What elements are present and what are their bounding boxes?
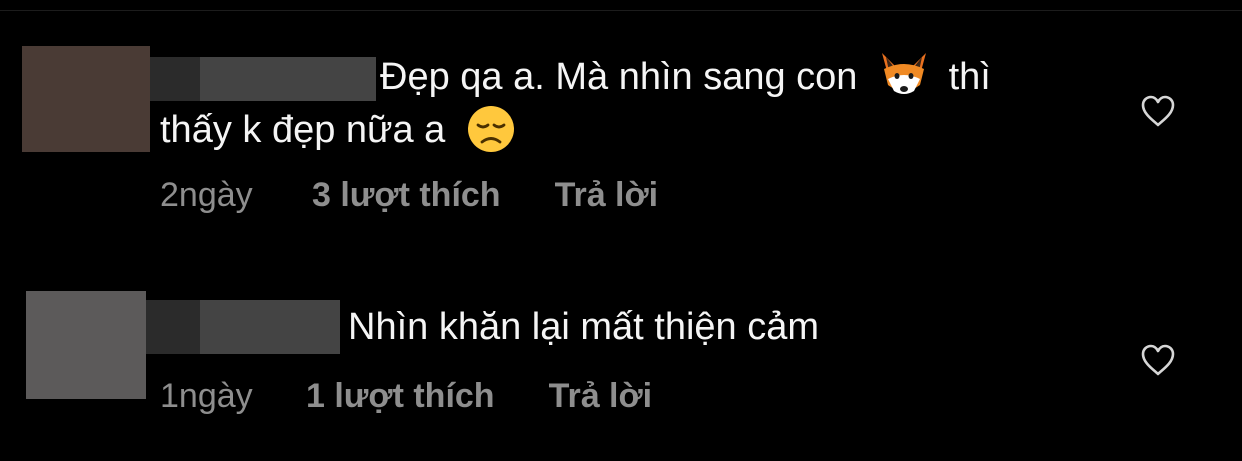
- username-redacted[interactable]: [146, 300, 340, 354]
- avatar[interactable]: [22, 46, 150, 152]
- heart-outline-icon[interactable]: [1140, 343, 1176, 377]
- comments-page: Đẹp qa a. Mà nhìn sang con thì thấy k đẹ…: [0, 0, 1242, 461]
- likes-count[interactable]: 3 lượt thích: [312, 176, 501, 215]
- fox-face-emoji: [878, 51, 930, 99]
- username-redacted[interactable]: [150, 57, 376, 101]
- comment-text-line1-end: thì: [948, 56, 991, 98]
- comment-meta: 2ngày 3 lượt thích Trả lời: [160, 176, 658, 215]
- reply-button[interactable]: Trả lời: [549, 377, 653, 416]
- comment-text: Nhìn khăn lại mất thiện cảm: [348, 306, 820, 348]
- comment-text-line2: thấy k đẹp nữa a: [160, 103, 516, 157]
- disappointed-face-emoji: [466, 104, 516, 154]
- heart-outline-icon[interactable]: [1140, 94, 1176, 128]
- comment-text: Đẹp qa a. Mà nhìn sang con thì: [380, 50, 991, 104]
- reply-button[interactable]: Trả lời: [555, 176, 659, 215]
- comment-time[interactable]: 1ngày: [160, 377, 306, 416]
- comment-time[interactable]: 2ngày: [160, 176, 312, 215]
- comment-text-line1: Đẹp qa a. Mà nhìn sang con: [380, 56, 858, 98]
- comment-meta: 1ngày 1 lượt thích Trả lời: [160, 377, 652, 416]
- likes-count[interactable]: 1 lượt thích: [306, 377, 495, 416]
- avatar[interactable]: [26, 291, 146, 399]
- top-divider: [0, 10, 1242, 11]
